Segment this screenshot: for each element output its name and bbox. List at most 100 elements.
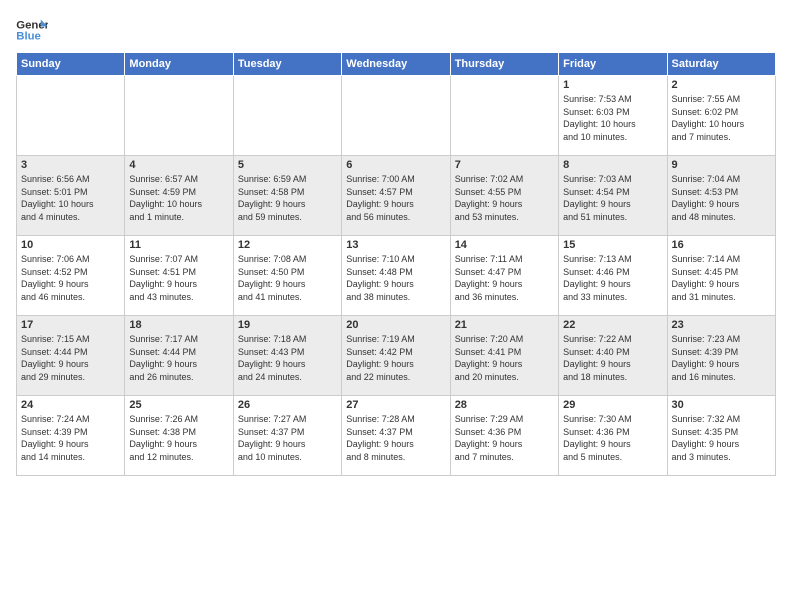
calendar-empty — [450, 76, 558, 156]
weekday-header-sunday: Sunday — [17, 53, 125, 76]
day-info: Sunrise: 7:20 AM Sunset: 4:41 PM Dayligh… — [455, 333, 554, 383]
weekday-header-wednesday: Wednesday — [342, 53, 450, 76]
calendar-day-24: 24 Sunrise: 7:24 AM Sunset: 4:39 PM Dayli… — [17, 396, 125, 476]
day-number: 13 — [346, 239, 445, 251]
calendar-day-11: 11 Sunrise: 7:07 AM Sunset: 4:51 PM Dayli… — [125, 236, 233, 316]
calendar-week-2: 3 Sunrise: 6:56 AM Sunset: 5:01 PM Daylig… — [17, 156, 776, 236]
day-number: 16 — [672, 239, 771, 251]
calendar-day-27: 27Sunrise: 7:28 AM Sunset: 4:37 PM Dayli… — [342, 396, 450, 476]
day-info: Sunrise: 7:26 AM Sunset: 4:38 PM Dayligh… — [129, 413, 228, 463]
day-info: Sunrise: 7:10 AM Sunset: 4:48 PM Dayligh… — [346, 253, 445, 303]
day-number: 1 — [563, 79, 662, 91]
calendar-day-2: 2Sunrise: 7:55 AM Sunset: 6:02 PM Daylig… — [667, 76, 775, 156]
day-info: Sunrise: 6:56 AM Sunset: 5:01 PM Dayligh… — [21, 173, 120, 223]
day-info: Sunrise: 7:30 AM Sunset: 4:36 PM Dayligh… — [563, 413, 662, 463]
calendar-day-5: 5 Sunrise: 6:59 AM Sunset: 4:58 PM Daylig… — [233, 156, 341, 236]
day-number: 29 — [563, 399, 662, 411]
day-number: 21 — [455, 319, 554, 331]
calendar-day-22: 22Sunrise: 7:22 AM Sunset: 4:40 PM Dayli… — [559, 316, 667, 396]
calendar-day-26: 26 Sunrise: 7:27 AM Sunset: 4:37 PM Dayli… — [233, 396, 341, 476]
calendar-week-3: 10 Sunrise: 7:06 AM Sunset: 4:52 PM Dayli… — [17, 236, 776, 316]
day-number: 28 — [455, 399, 554, 411]
day-number: 9 — [672, 159, 771, 171]
page-header: General Blue — [16, 16, 776, 44]
weekday-header-monday: Monday — [125, 53, 233, 76]
weekday-header-thursday: Thursday — [450, 53, 558, 76]
calendar-table: SundayMondayTuesdayWednesdayThursdayFrid… — [16, 52, 776, 476]
day-info: Sunrise: 7:13 AM Sunset: 4:46 PM Dayligh… — [563, 253, 662, 303]
day-number: 14 — [455, 239, 554, 251]
calendar-day-29: 29 Sunrise: 7:30 AM Sunset: 4:36 PM Dayli… — [559, 396, 667, 476]
day-info: Sunrise: 7:06 AM Sunset: 4:52 PM Dayligh… — [21, 253, 120, 303]
day-info: Sunrise: 6:59 AM Sunset: 4:58 PM Dayligh… — [238, 173, 337, 223]
day-number: 26 — [238, 399, 337, 411]
day-number: 12 — [238, 239, 337, 251]
calendar-day-25: 25 Sunrise: 7:26 AM Sunset: 4:38 PM Dayli… — [125, 396, 233, 476]
day-info: Sunrise: 7:02 AM Sunset: 4:55 PM Dayligh… — [455, 173, 554, 223]
svg-text:Blue: Blue — [16, 31, 41, 43]
calendar-empty — [125, 76, 233, 156]
day-number: 22 — [563, 319, 662, 331]
day-info: Sunrise: 7:03 AM Sunset: 4:54 PM Dayligh… — [563, 173, 662, 223]
day-info: Sunrise: 7:04 AM Sunset: 4:53 PM Dayligh… — [672, 173, 771, 223]
day-number: 20 — [346, 319, 445, 331]
day-number: 23 — [672, 319, 771, 331]
day-info: Sunrise: 7:14 AM Sunset: 4:45 PM Dayligh… — [672, 253, 771, 303]
day-number: 27 — [346, 399, 445, 411]
calendar-day-28: 28 Sunrise: 7:29 AM Sunset: 4:36 PM Dayli… — [450, 396, 558, 476]
day-number: 3 — [21, 159, 120, 171]
logo: General Blue — [16, 16, 48, 44]
calendar-day-15: 15 Sunrise: 7:13 AM Sunset: 4:46 PM Dayli… — [559, 236, 667, 316]
calendar-day-4: 4 Sunrise: 6:57 AM Sunset: 4:59 PM Daylig… — [125, 156, 233, 236]
day-info: Sunrise: 7:08 AM Sunset: 4:50 PM Dayligh… — [238, 253, 337, 303]
calendar-day-21: 21 Sunrise: 7:20 AM Sunset: 4:41 PM Dayli… — [450, 316, 558, 396]
day-info: Sunrise: 7:27 AM Sunset: 4:37 PM Dayligh… — [238, 413, 337, 463]
calendar-week-5: 24 Sunrise: 7:24 AM Sunset: 4:39 PM Dayli… — [17, 396, 776, 476]
day-number: 19 — [238, 319, 337, 331]
day-number: 15 — [563, 239, 662, 251]
day-number: 30 — [672, 399, 771, 411]
calendar-day-14: 14Sunrise: 7:11 AM Sunset: 4:47 PM Dayli… — [450, 236, 558, 316]
day-number: 7 — [455, 159, 554, 171]
calendar-day-10: 10 Sunrise: 7:06 AM Sunset: 4:52 PM Dayli… — [17, 236, 125, 316]
calendar-day-19: 19 Sunrise: 7:18 AM Sunset: 4:43 PM Dayli… — [233, 316, 341, 396]
day-number: 11 — [129, 239, 228, 251]
day-info: Sunrise: 7:19 AM Sunset: 4:42 PM Dayligh… — [346, 333, 445, 383]
day-info: Sunrise: 7:53 AM Sunset: 6:03 PM Dayligh… — [563, 93, 662, 143]
day-info: Sunrise: 7:18 AM Sunset: 4:43 PM Dayligh… — [238, 333, 337, 383]
calendar-week-1: 1 Sunrise: 7:53 AM Sunset: 6:03 PM Daylig… — [17, 76, 776, 156]
day-number: 24 — [21, 399, 120, 411]
calendar-empty — [17, 76, 125, 156]
logo-icon: General Blue — [16, 16, 48, 44]
calendar-day-16: 16 Sunrise: 7:14 AM Sunset: 4:45 PM Dayli… — [667, 236, 775, 316]
day-number: 18 — [129, 319, 228, 331]
calendar-day-6: 6 Sunrise: 7:00 AM Sunset: 4:57 PM Daylig… — [342, 156, 450, 236]
day-info: Sunrise: 7:24 AM Sunset: 4:39 PM Dayligh… — [21, 413, 120, 463]
day-info: Sunrise: 6:57 AM Sunset: 4:59 PM Dayligh… — [129, 173, 228, 223]
calendar-empty — [233, 76, 341, 156]
day-number: 25 — [129, 399, 228, 411]
day-number: 8 — [563, 159, 662, 171]
day-number: 10 — [21, 239, 120, 251]
day-info: Sunrise: 7:17 AM Sunset: 4:44 PM Dayligh… — [129, 333, 228, 383]
day-info: Sunrise: 7:32 AM Sunset: 4:35 PM Dayligh… — [672, 413, 771, 463]
day-info: Sunrise: 7:07 AM Sunset: 4:51 PM Dayligh… — [129, 253, 228, 303]
calendar-day-7: 7 Sunrise: 7:02 AM Sunset: 4:55 PM Daylig… — [450, 156, 558, 236]
day-number: 6 — [346, 159, 445, 171]
calendar-day-12: 12 Sunrise: 7:08 AM Sunset: 4:50 PM Dayli… — [233, 236, 341, 316]
calendar-day-13: 13 Sunrise: 7:10 AM Sunset: 4:48 PM Dayli… — [342, 236, 450, 316]
calendar-day-8: 8 Sunrise: 7:03 AM Sunset: 4:54 PM Daylig… — [559, 156, 667, 236]
day-info: Sunrise: 7:29 AM Sunset: 4:36 PM Dayligh… — [455, 413, 554, 463]
calendar-day-23: 23 Sunrise: 7:23 AM Sunset: 4:39 PM Dayli… — [667, 316, 775, 396]
day-number: 5 — [238, 159, 337, 171]
day-info: Sunrise: 7:23 AM Sunset: 4:39 PM Dayligh… — [672, 333, 771, 383]
weekday-header-tuesday: Tuesday — [233, 53, 341, 76]
calendar-header-row: SundayMondayTuesdayWednesdayThursdayFrid… — [17, 53, 776, 76]
day-number: 4 — [129, 159, 228, 171]
day-info: Sunrise: 7:15 AM Sunset: 4:44 PM Dayligh… — [21, 333, 120, 383]
day-info: Sunrise: 7:55 AM Sunset: 6:02 PM Dayligh… — [672, 93, 771, 143]
calendar-week-4: 17Sunrise: 7:15 AM Sunset: 4:44 PM Dayli… — [17, 316, 776, 396]
weekday-header-saturday: Saturday — [667, 53, 775, 76]
calendar-day-18: 18 Sunrise: 7:17 AM Sunset: 4:44 PM Dayli… — [125, 316, 233, 396]
day-info: Sunrise: 7:00 AM Sunset: 4:57 PM Dayligh… — [346, 173, 445, 223]
